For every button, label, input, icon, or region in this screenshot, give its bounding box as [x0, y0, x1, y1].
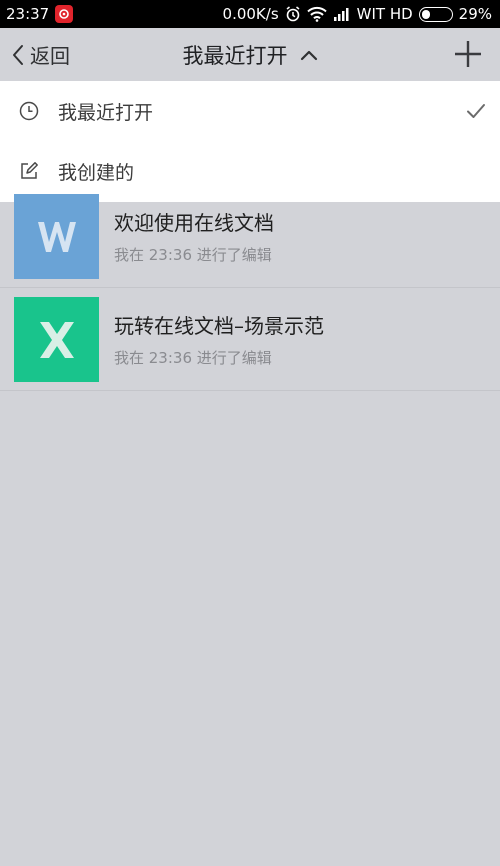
menu-item-label: 我最近打开: [58, 101, 154, 124]
menu-item-created-by-me[interactable]: 我创建的: [0, 141, 500, 201]
carrier-label: WIT HD: [356, 5, 413, 23]
page-title[interactable]: 我最近打开: [183, 40, 288, 70]
check-icon: [467, 104, 485, 118]
edit-icon: [18, 160, 40, 182]
status-bar: 23:37 0.00K/s WIT HD 29%: [0, 0, 500, 28]
chevron-up-icon[interactable]: [300, 49, 318, 61]
back-label: 返回: [30, 44, 70, 68]
battery-fill: [421, 9, 430, 19]
list-item[interactable]: 玩转在线文档–场景示范 我在 23:36 进行了编辑: [0, 288, 500, 391]
list-item[interactable]: 欢迎使用在线文档 我在 23:36 进行了编辑: [0, 194, 500, 288]
chevron-left-icon: [13, 44, 23, 65]
signal-icon: [333, 7, 351, 21]
wifi-icon: [306, 6, 327, 22]
filter-dropdown-menu: 我最近打开 我创建的: [0, 81, 500, 202]
menu-item-recently-opened[interactable]: 我最近打开: [0, 81, 500, 141]
doc-title: 欢迎使用在线文档: [114, 211, 274, 235]
plus-icon: [455, 41, 481, 67]
excel-doc-thumbnail: [14, 297, 99, 382]
nav-bar: 返回 我最近打开: [0, 28, 500, 81]
document-list: 欢迎使用在线文档 我在 23:36 进行了编辑 玩转在线文档–场景示范 我在 2…: [0, 194, 500, 391]
excel-doc-icon: [39, 321, 74, 358]
menu-item-label: 我创建的: [58, 161, 135, 184]
doc-title: 玩转在线文档–场景示范: [114, 314, 324, 338]
word-doc-thumbnail: [14, 194, 99, 279]
battery-icon: [418, 6, 453, 22]
doc-edit-info: 我在 23:36 进行了编辑: [114, 349, 272, 367]
back-button[interactable]: 返回: [12, 28, 70, 81]
status-time: 23:37: [6, 5, 50, 23]
word-doc-icon: [37, 221, 76, 252]
clock-icon: [18, 100, 40, 122]
netease-music-icon: [55, 5, 74, 23]
battery-percent: 29%: [458, 5, 492, 23]
network-speed: 0.00K/s: [222, 5, 279, 23]
add-button[interactable]: [454, 40, 482, 68]
alarm-icon: [285, 6, 301, 22]
doc-edit-info: 我在 23:36 进行了编辑: [114, 246, 272, 264]
